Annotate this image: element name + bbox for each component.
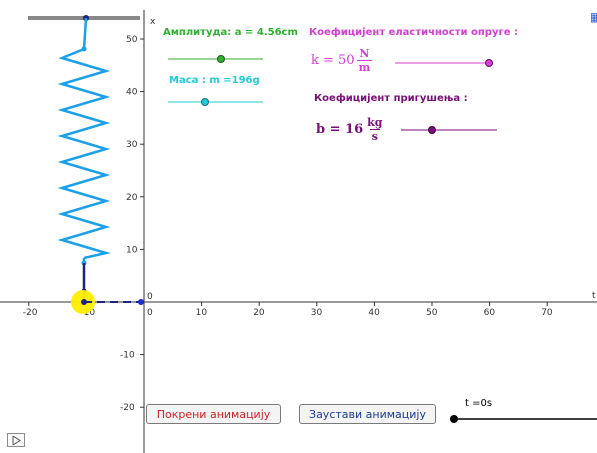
k-unit-numerator: N xyxy=(359,47,370,60)
x-tick-label: 20 xyxy=(253,308,265,318)
geogebra-applet: -20-10010203040506070 5040302010-10-200 … xyxy=(0,0,597,453)
b-unit-numerator: kg xyxy=(367,116,383,129)
x-tick-label: 0 xyxy=(147,308,153,318)
play-button[interactable] xyxy=(7,433,25,447)
y-tick-label: 10 xyxy=(126,245,138,255)
x-tick-label: 40 xyxy=(368,308,380,318)
k-expression: k = 50 N m xyxy=(311,47,373,74)
k-slider-handle[interactable] xyxy=(485,59,493,67)
mass-label: Маса : m =196g xyxy=(169,75,260,86)
b-expression: b = 16 kg s xyxy=(316,117,384,142)
origin-point[interactable] xyxy=(138,299,144,305)
x-tick-label: 70 xyxy=(541,308,553,318)
y-tick-label-zero: 0 xyxy=(147,292,153,302)
y-axis-label: x xyxy=(150,17,156,27)
x-tick-label: 60 xyxy=(484,308,496,318)
stop-animation-button[interactable]: Заустави анимацију xyxy=(299,404,436,424)
b-unit-denominator: s xyxy=(369,129,380,143)
k-unit-denominator: m xyxy=(356,60,373,74)
graphics-view-icon[interactable]: ▦ xyxy=(590,10,597,24)
x-axis-label: t xyxy=(592,291,596,301)
start-animation-button[interactable]: Покрени анимацију xyxy=(146,404,281,424)
x-tick-label: 50 xyxy=(426,308,438,318)
b-unit-fraction: kg s xyxy=(365,117,384,142)
x-tick-label: -20 xyxy=(23,308,38,318)
k-unit-fraction: N m xyxy=(356,47,373,74)
amplitude-slider-handle[interactable] xyxy=(217,55,225,63)
y-tick-label: 20 xyxy=(126,193,138,203)
amplitude-label: Амплитуда: a = 4.56cm xyxy=(163,27,298,38)
b-slider-handle[interactable] xyxy=(428,126,436,134)
k-expression-prefix: k = 50 xyxy=(311,53,355,68)
x-ticks: -20-10010203040506070 xyxy=(23,302,553,318)
y-tick-label: 40 xyxy=(126,88,138,98)
x-tick-label: 30 xyxy=(311,308,323,318)
y-tick-label: -20 xyxy=(120,403,135,413)
time-label: t =0s xyxy=(465,398,493,409)
spring-coefficient-title: Коефицијент еластичности опруге : xyxy=(309,27,518,38)
b-expression-prefix: b = 16 xyxy=(316,122,364,137)
mass-slider-handle[interactable] xyxy=(201,98,209,106)
time-slider-handle[interactable] xyxy=(450,415,458,423)
x-tick-label: 10 xyxy=(196,308,208,318)
play-icon xyxy=(12,435,21,445)
graphics-view[interactable]: -20-10010203040506070 5040302010-10-200 … xyxy=(0,0,597,453)
y-ticks: 50 40 30 20 10 -10 -20 0 xyxy=(120,35,153,413)
damping-coefficient-title: Коефицијент пригушења : xyxy=(314,93,468,104)
y-tick-label: 50 xyxy=(126,35,138,45)
spring-coil xyxy=(57,47,111,260)
spring-top-segment xyxy=(82,17,88,50)
y-tick-label: 30 xyxy=(126,140,138,150)
y-tick-label: -10 xyxy=(120,351,135,361)
